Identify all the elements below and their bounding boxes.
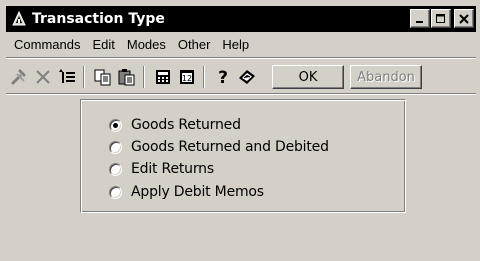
radio-button[interactable] (109, 162, 122, 176)
list-icon[interactable] (56, 66, 78, 88)
minimize-button[interactable] (410, 9, 430, 28)
svg-text:12: 12 (182, 74, 192, 83)
radio-label: Goods Returned (131, 117, 241, 133)
menu-edit[interactable]: Edit (86, 34, 120, 56)
close-button[interactable] (454, 9, 474, 28)
title-bar[interactable]: Transaction Type (6, 6, 476, 32)
window-title: Transaction Type (32, 11, 165, 27)
app-icon (10, 10, 28, 28)
radio-label: Edit Returns (131, 161, 214, 177)
calendar-icon[interactable]: 12 (176, 66, 198, 88)
copy-icon[interactable] (92, 66, 114, 88)
radio-apply-debit-memos[interactable]: Apply Debit Memos (109, 184, 264, 200)
calculator-icon[interactable] (152, 66, 174, 88)
menu-commands[interactable]: Commands (6, 34, 86, 56)
radio-button[interactable] (109, 140, 122, 154)
toolbar-divider (6, 93, 476, 95)
menu-other[interactable]: Other (172, 34, 217, 56)
help-question-icon[interactable]: ? (212, 66, 234, 88)
radio-goods-returned-debited[interactable]: Goods Returned and Debited (109, 139, 329, 155)
minimize-icon (416, 20, 423, 23)
menu-divider (6, 57, 476, 59)
toolbar-separator (203, 66, 205, 88)
maximize-icon (436, 13, 445, 23)
radio-goods-returned[interactable]: Goods Returned (109, 117, 241, 133)
maximize-button[interactable] (431, 9, 451, 28)
paste-icon[interactable] (116, 66, 138, 88)
radio-edit-returns[interactable]: Edit Returns (109, 161, 214, 177)
toolbar-separator (83, 66, 85, 88)
menu-modes[interactable]: Modes (121, 34, 172, 56)
radio-label: Goods Returned and Debited (131, 139, 329, 155)
menu-help[interactable]: Help (216, 34, 255, 56)
toolbar: 12 ? OK Abandon (6, 62, 476, 92)
radio-button[interactable] (109, 118, 122, 132)
transaction-type-group: Goods Returned Goods Returned and Debite… (80, 99, 406, 213)
abandon-button[interactable]: Abandon (350, 65, 422, 89)
radio-button[interactable] (109, 185, 122, 199)
menu-bar: Commands Edit Modes Other Help (6, 34, 476, 56)
ok-button[interactable]: OK (272, 65, 344, 89)
delete-x-icon[interactable] (32, 66, 54, 88)
svg-text:?: ? (218, 68, 228, 87)
hammer-icon[interactable] (8, 66, 30, 88)
close-icon (459, 13, 469, 24)
transaction-type-window: Transaction Type Commands Edit Modes Oth… (0, 0, 480, 261)
toolbar-separator (143, 66, 145, 88)
radio-label: Apply Debit Memos (131, 184, 264, 200)
book-icon[interactable] (236, 66, 258, 88)
